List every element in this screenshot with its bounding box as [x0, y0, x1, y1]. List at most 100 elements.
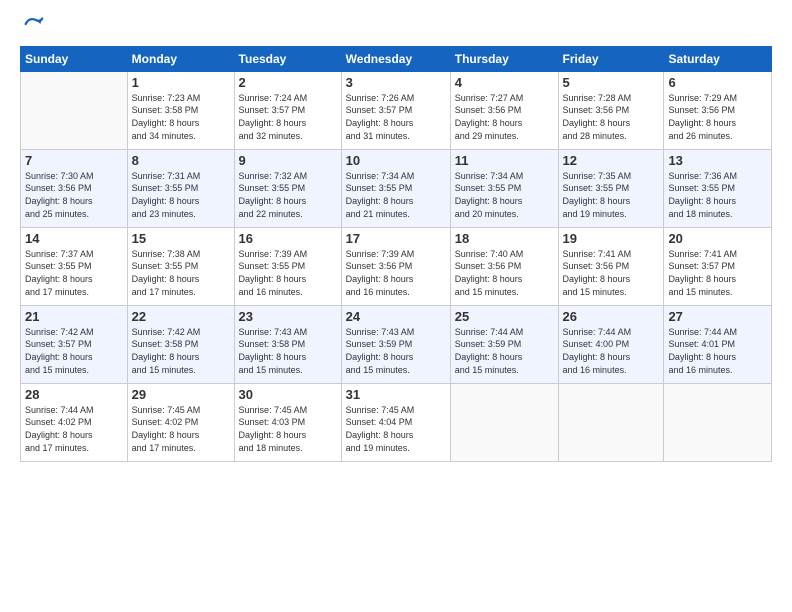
page: SundayMondayTuesdayWednesdayThursdayFrid…: [0, 0, 792, 612]
calendar-cell: 30Sunrise: 7:45 AM Sunset: 4:03 PM Dayli…: [234, 383, 341, 461]
day-info: Sunrise: 7:40 AM Sunset: 3:56 PM Dayligh…: [455, 248, 554, 298]
calendar-cell: 20Sunrise: 7:41 AM Sunset: 3:57 PM Dayli…: [664, 227, 772, 305]
calendar-cell: 8Sunrise: 7:31 AM Sunset: 3:55 PM Daylig…: [127, 149, 234, 227]
calendar-header-tuesday: Tuesday: [234, 46, 341, 71]
calendar-cell: 19Sunrise: 7:41 AM Sunset: 3:56 PM Dayli…: [558, 227, 664, 305]
calendar-cell: 3 Sunrise: 7:26 AM Sunset: 3:57 PM Daylig…: [341, 71, 450, 149]
day-number: 15: [132, 231, 230, 246]
day-info: Sunrise: 7:28 AM Sunset: 3:56 PM Dayligh…: [563, 92, 660, 142]
calendar-cell: 29Sunrise: 7:45 AM Sunset: 4:02 PM Dayli…: [127, 383, 234, 461]
calendar-cell: 2 Sunrise: 7:24 AM Sunset: 3:57 PM Daylig…: [234, 71, 341, 149]
calendar-week-1: 1Sunrise: 7:23 AM Sunset: 3:58 PM Daylig…: [21, 71, 772, 149]
day-info: Sunrise: 7:44 AM Sunset: 4:00 PM Dayligh…: [563, 326, 660, 376]
day-info: Sunrise: 7:27 AM Sunset: 3:56 PM Dayligh…: [455, 92, 554, 142]
logo-icon: [22, 13, 44, 35]
day-info: Sunrise: 7:44 AM Sunset: 4:02 PM Dayligh…: [25, 404, 123, 454]
calendar-cell: 22Sunrise: 7:42 AM Sunset: 3:58 PM Dayli…: [127, 305, 234, 383]
calendar-cell: 31 Sunrise: 7:45 AM Sunset: 4:04 PM Dayli…: [341, 383, 450, 461]
day-number: 3: [346, 75, 446, 90]
day-number: 16: [239, 231, 337, 246]
calendar-header-monday: Monday: [127, 46, 234, 71]
day-info: Sunrise: 7:24 AM Sunset: 3:57 PM Dayligh…: [239, 92, 337, 142]
calendar: SundayMondayTuesdayWednesdayThursdayFrid…: [20, 46, 772, 462]
day-number: 17: [346, 231, 446, 246]
calendar-week-3: 14 Sunrise: 7:37 AM Sunset: 3:55 PM Dayli…: [21, 227, 772, 305]
calendar-header-wednesday: Wednesday: [341, 46, 450, 71]
day-number: 7: [25, 153, 123, 168]
calendar-cell: 21 Sunrise: 7:42 AM Sunset: 3:57 PM Dayli…: [21, 305, 128, 383]
day-number: 4: [455, 75, 554, 90]
day-number: 23: [239, 309, 337, 324]
day-info: Sunrise: 7:34 AM Sunset: 3:55 PM Dayligh…: [346, 170, 446, 220]
calendar-cell: 5 Sunrise: 7:28 AM Sunset: 3:56 PM Daylig…: [558, 71, 664, 149]
day-number: 20: [668, 231, 767, 246]
day-number: 14: [25, 231, 123, 246]
day-info: Sunrise: 7:38 AM Sunset: 3:55 PM Dayligh…: [132, 248, 230, 298]
calendar-cell: 27Sunrise: 7:44 AM Sunset: 4:01 PM Dayli…: [664, 305, 772, 383]
day-info: Sunrise: 7:29 AM Sunset: 3:56 PM Dayligh…: [668, 92, 767, 142]
day-info: Sunrise: 7:45 AM Sunset: 4:04 PM Dayligh…: [346, 404, 446, 454]
day-number: 31: [346, 387, 446, 402]
day-info: Sunrise: 7:30 AM Sunset: 3:56 PM Dayligh…: [25, 170, 123, 220]
day-number: 6: [668, 75, 767, 90]
calendar-header-friday: Friday: [558, 46, 664, 71]
day-number: 18: [455, 231, 554, 246]
calendar-week-2: 7 Sunrise: 7:30 AM Sunset: 3:56 PM Daylig…: [21, 149, 772, 227]
calendar-cell: [21, 71, 128, 149]
day-info: Sunrise: 7:26 AM Sunset: 3:57 PM Dayligh…: [346, 92, 446, 142]
calendar-cell: 1Sunrise: 7:23 AM Sunset: 3:58 PM Daylig…: [127, 71, 234, 149]
calendar-cell: 4 Sunrise: 7:27 AM Sunset: 3:56 PM Daylig…: [450, 71, 558, 149]
calendar-cell: 15 Sunrise: 7:38 AM Sunset: 3:55 PM Dayli…: [127, 227, 234, 305]
day-number: 13: [668, 153, 767, 168]
calendar-cell: [664, 383, 772, 461]
calendar-cell: 10 Sunrise: 7:34 AM Sunset: 3:55 PM Dayli…: [341, 149, 450, 227]
calendar-cell: [450, 383, 558, 461]
day-info: Sunrise: 7:35 AM Sunset: 3:55 PM Dayligh…: [563, 170, 660, 220]
day-number: 24: [346, 309, 446, 324]
calendar-header-row: SundayMondayTuesdayWednesdayThursdayFrid…: [21, 46, 772, 71]
day-number: 30: [239, 387, 337, 402]
calendar-week-5: 28Sunrise: 7:44 AM Sunset: 4:02 PM Dayli…: [21, 383, 772, 461]
calendar-header-sunday: Sunday: [21, 46, 128, 71]
day-info: Sunrise: 7:32 AM Sunset: 3:55 PM Dayligh…: [239, 170, 337, 220]
day-info: Sunrise: 7:42 AM Sunset: 3:57 PM Dayligh…: [25, 326, 123, 376]
day-info: Sunrise: 7:45 AM Sunset: 4:02 PM Dayligh…: [132, 404, 230, 454]
day-info: Sunrise: 7:34 AM Sunset: 3:55 PM Dayligh…: [455, 170, 554, 220]
day-number: 5: [563, 75, 660, 90]
calendar-cell: 24 Sunrise: 7:43 AM Sunset: 3:59 PM Dayli…: [341, 305, 450, 383]
day-number: 22: [132, 309, 230, 324]
calendar-cell: 12 Sunrise: 7:35 AM Sunset: 3:55 PM Dayli…: [558, 149, 664, 227]
day-number: 21: [25, 309, 123, 324]
calendar-cell: 11 Sunrise: 7:34 AM Sunset: 3:55 PM Dayli…: [450, 149, 558, 227]
calendar-cell: 18 Sunrise: 7:40 AM Sunset: 3:56 PM Dayli…: [450, 227, 558, 305]
calendar-header-saturday: Saturday: [664, 46, 772, 71]
calendar-week-4: 21 Sunrise: 7:42 AM Sunset: 3:57 PM Dayli…: [21, 305, 772, 383]
header: [20, 18, 772, 38]
day-number: 12: [563, 153, 660, 168]
day-info: Sunrise: 7:37 AM Sunset: 3:55 PM Dayligh…: [25, 248, 123, 298]
day-info: Sunrise: 7:39 AM Sunset: 3:56 PM Dayligh…: [346, 248, 446, 298]
day-number: 2: [239, 75, 337, 90]
day-info: Sunrise: 7:43 AM Sunset: 3:58 PM Dayligh…: [239, 326, 337, 376]
day-number: 10: [346, 153, 446, 168]
day-number: 11: [455, 153, 554, 168]
calendar-cell: 16Sunrise: 7:39 AM Sunset: 3:55 PM Dayli…: [234, 227, 341, 305]
day-number: 25: [455, 309, 554, 324]
day-number: 8: [132, 153, 230, 168]
calendar-cell: [558, 383, 664, 461]
calendar-cell: 7 Sunrise: 7:30 AM Sunset: 3:56 PM Daylig…: [21, 149, 128, 227]
calendar-cell: 6 Sunrise: 7:29 AM Sunset: 3:56 PM Daylig…: [664, 71, 772, 149]
day-info: Sunrise: 7:23 AM Sunset: 3:58 PM Dayligh…: [132, 92, 230, 142]
calendar-cell: 26 Sunrise: 7:44 AM Sunset: 4:00 PM Dayli…: [558, 305, 664, 383]
calendar-cell: 25 Sunrise: 7:44 AM Sunset: 3:59 PM Dayli…: [450, 305, 558, 383]
day-number: 19: [563, 231, 660, 246]
day-number: 26: [563, 309, 660, 324]
calendar-header-thursday: Thursday: [450, 46, 558, 71]
day-number: 27: [668, 309, 767, 324]
day-number: 9: [239, 153, 337, 168]
calendar-cell: 14 Sunrise: 7:37 AM Sunset: 3:55 PM Dayli…: [21, 227, 128, 305]
calendar-cell: 13Sunrise: 7:36 AM Sunset: 3:55 PM Dayli…: [664, 149, 772, 227]
day-info: Sunrise: 7:44 AM Sunset: 3:59 PM Dayligh…: [455, 326, 554, 376]
calendar-cell: 23 Sunrise: 7:43 AM Sunset: 3:58 PM Dayli…: [234, 305, 341, 383]
day-info: Sunrise: 7:43 AM Sunset: 3:59 PM Dayligh…: [346, 326, 446, 376]
